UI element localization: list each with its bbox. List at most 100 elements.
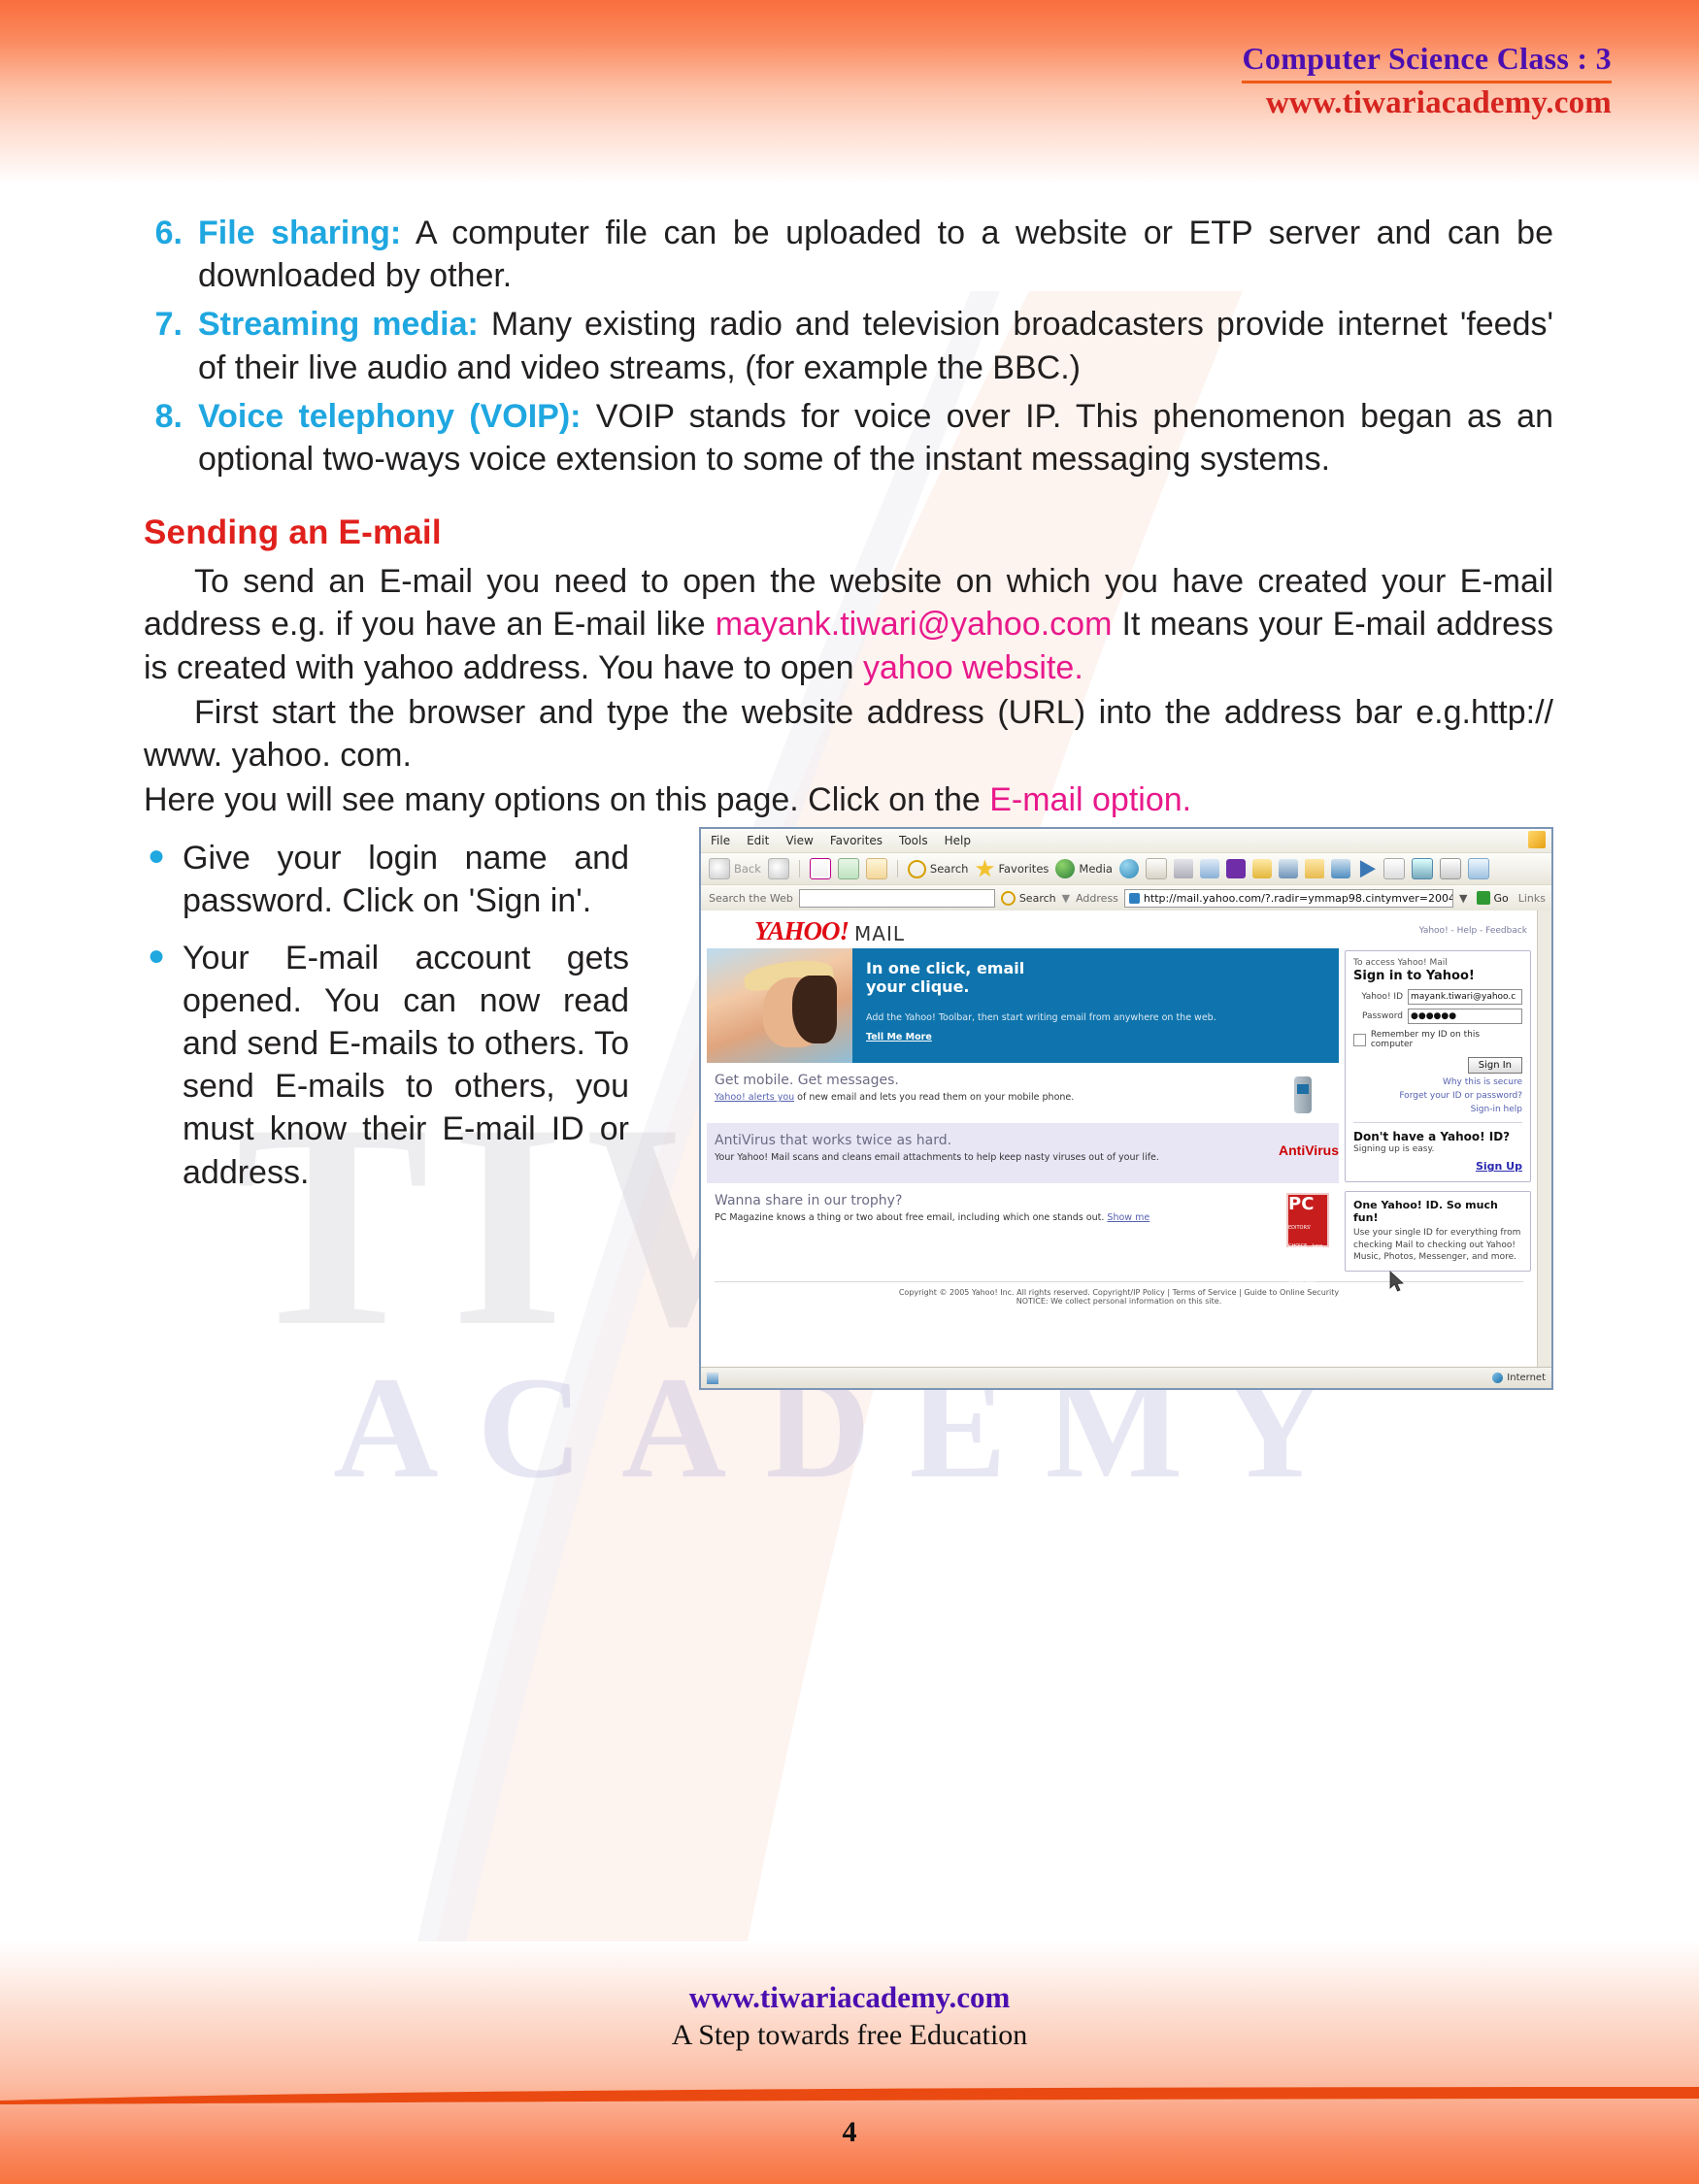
why-secure-link[interactable]: Why this is secure	[1353, 1077, 1522, 1087]
sign-in-heading: Sign in to Yahoo!	[1353, 969, 1475, 984]
feature-text: Get mobile. Get messages. Yahoo! alerts …	[715, 1073, 1279, 1104]
sign-in-help-link[interactable]: Sign-in help	[1353, 1105, 1522, 1114]
sign-in-box: To access Yahoo! Mail Sign in to Yahoo! …	[1345, 950, 1531, 1183]
promo-body: Add the Yahoo! Toolbar, then start writi…	[866, 1012, 1216, 1023]
header-site-url: www.tiwariacademy.com	[1265, 85, 1612, 120]
yahoo-id-input[interactable]: mayank.tiwari@yahoo.c	[1408, 989, 1522, 1006]
sign-in-button[interactable]: Sign In	[1467, 1057, 1522, 1075]
list-item: 8. Voice telephony (VOIP): VOIP stands f…	[144, 395, 1553, 480]
yahoo-website-text: yahoo website.	[862, 648, 1083, 686]
play-icon[interactable]	[1359, 860, 1376, 878]
sign-in-intro: To access Yahoo! Mail	[1353, 958, 1448, 969]
list-item-number: 7.	[154, 306, 183, 344]
status-zone-label: Internet	[1507, 1373, 1546, 1384]
search-button[interactable]: Search	[907, 859, 969, 878]
window-icon[interactable]	[1330, 859, 1350, 879]
yahoo-toolbar-icon[interactable]	[1225, 859, 1246, 879]
mail-icon[interactable]	[1145, 858, 1167, 880]
page-icon[interactable]	[1383, 858, 1405, 880]
page-scrollbar[interactable]	[1537, 910, 1551, 1368]
folder-icon[interactable]	[1304, 859, 1324, 879]
mouse-cursor-icon	[1389, 1271, 1404, 1292]
search-button-label: Search	[1018, 891, 1056, 905]
address-label: Address	[1076, 891, 1118, 905]
stop-icon[interactable]	[809, 858, 831, 880]
browser-brand-icon	[1528, 831, 1546, 849]
edit-icon[interactable]	[1199, 859, 1219, 879]
internet-zone-icon	[1492, 1373, 1504, 1384]
page-favicon-icon	[1128, 892, 1140, 904]
yahoo-logo[interactable]: YAHOO!	[754, 916, 850, 946]
list-item: 6. File sharing: A computer file can be …	[144, 212, 1553, 297]
print-icon[interactable]	[1173, 859, 1193, 879]
tell-me-more-link[interactable]: Tell Me More	[866, 1032, 932, 1042]
antispy-icon[interactable]	[1278, 859, 1298, 879]
panel-icon[interactable]	[1411, 858, 1433, 880]
bullet-icon: ●	[148, 840, 166, 873]
header-rule	[1242, 81, 1612, 83]
yahoo-page-footer: Copyright © 2005 Yahoo! Inc. All rights …	[701, 1272, 1537, 1306]
info-body: Use your single ID for everything from c…	[1353, 1228, 1521, 1263]
password-row: Password ●●●●●●	[1353, 1009, 1522, 1025]
feature-heading: Get mobile. Get messages.	[715, 1073, 899, 1089]
section-heading: Sending an E-mail	[144, 513, 442, 552]
favorites-button[interactable]: Favorites	[975, 859, 1049, 878]
notice-line: NOTICE: We collect personal information …	[1016, 1297, 1222, 1307]
menu-file[interactable]: File	[711, 834, 730, 847]
feature-body: Your Yahoo! Mail scans and cleans email …	[715, 1152, 1159, 1164]
paragraph-text: Here you will see many options on this p…	[144, 781, 990, 819]
menu-tools[interactable]: Tools	[899, 834, 928, 847]
go-label: Go	[1493, 891, 1509, 905]
page-content: 6. File sharing: A computer file can be …	[144, 212, 1553, 1391]
divider	[1353, 1122, 1522, 1124]
yahoo-alerts-link[interactable]: Yahoo! alerts you	[715, 1092, 794, 1103]
list-item-body: Streaming media: Many existing radio and…	[198, 303, 1553, 388]
yahoo-right-column: To access Yahoo! Mail Sign in to Yahoo! …	[1345, 948, 1531, 1273]
go-arrow-icon	[1477, 891, 1491, 906]
remember-me-checkbox[interactable]	[1353, 1033, 1366, 1046]
search-icon	[1000, 890, 1016, 906]
list-item-label: Streaming media:	[198, 306, 479, 344]
email-option-text: E-mail option.	[989, 781, 1192, 819]
go-button[interactable]: Go	[1473, 891, 1512, 906]
no-id-heading: Don't have a Yahoo! ID?	[1353, 1130, 1511, 1144]
menu-help[interactable]: Help	[945, 834, 971, 847]
back-arrow-icon	[709, 858, 730, 880]
status-page-icon	[707, 1372, 718, 1384]
yahoo-id-row: Yahoo! ID mayank.tiwari@yahoo.c	[1353, 989, 1522, 1006]
promo-photo	[707, 948, 852, 1064]
sign-in-button-row: Sign In	[1353, 1057, 1522, 1075]
messenger-icon[interactable]	[1251, 859, 1272, 879]
feature-body-text: PC Magazine knows a thing or two about f…	[715, 1212, 1108, 1224]
media-button[interactable]: Media	[1055, 859, 1113, 879]
badge-pc-text: PC	[1288, 1194, 1315, 1215]
menu-view[interactable]: View	[785, 834, 813, 847]
browser-toolbar: Back Search Favorites Media	[701, 853, 1551, 886]
search-label: Search	[929, 862, 969, 877]
home-icon[interactable]	[865, 858, 887, 880]
checklist-icon[interactable]	[1467, 858, 1489, 880]
history-icon[interactable]	[1118, 859, 1139, 879]
back-button[interactable]: Back	[709, 858, 761, 880]
paragraph-sending-email: To send an E-mail you need to open the w…	[144, 560, 1553, 689]
menu-favorites[interactable]: Favorites	[830, 834, 883, 847]
star-icon	[975, 859, 995, 877]
addressbar-search-button[interactable]: Search	[1000, 890, 1056, 906]
menu-edit[interactable]: Edit	[747, 834, 769, 847]
remember-me-row[interactable]: Remember my ID on this computer	[1353, 1030, 1522, 1049]
pc-magazine-badge: PC EDITORS' CHOICE June 22, 2005 Yahoo! …	[1286, 1193, 1329, 1286]
refresh-icon[interactable]	[837, 858, 859, 880]
search-icon	[907, 859, 926, 878]
show-me-link[interactable]: Show me	[1107, 1212, 1149, 1223]
forward-arrow-icon[interactable]	[767, 858, 789, 880]
list-icon[interactable]	[1439, 858, 1461, 880]
yahoo-page-header: YAHOO! MAIL Yahoo! - Help - Feedback	[701, 910, 1537, 948]
yahoo-top-links[interactable]: Yahoo! - Help - Feedback	[1419, 926, 1527, 936]
password-input[interactable]: ●●●●●●	[1408, 1009, 1522, 1025]
search-web-input[interactable]	[798, 888, 995, 908]
address-input[interactable]: http://mail.yahoo.com/?.radir=ymmap98.ci…	[1123, 888, 1453, 908]
feature-heading: AntiVirus that works twice as hard.	[715, 1133, 952, 1149]
remember-me-label: Remember my ID on this computer	[1370, 1030, 1481, 1050]
sign-up-link[interactable]: Sign Up	[1353, 1160, 1522, 1173]
toolbar-separator	[798, 860, 800, 878]
